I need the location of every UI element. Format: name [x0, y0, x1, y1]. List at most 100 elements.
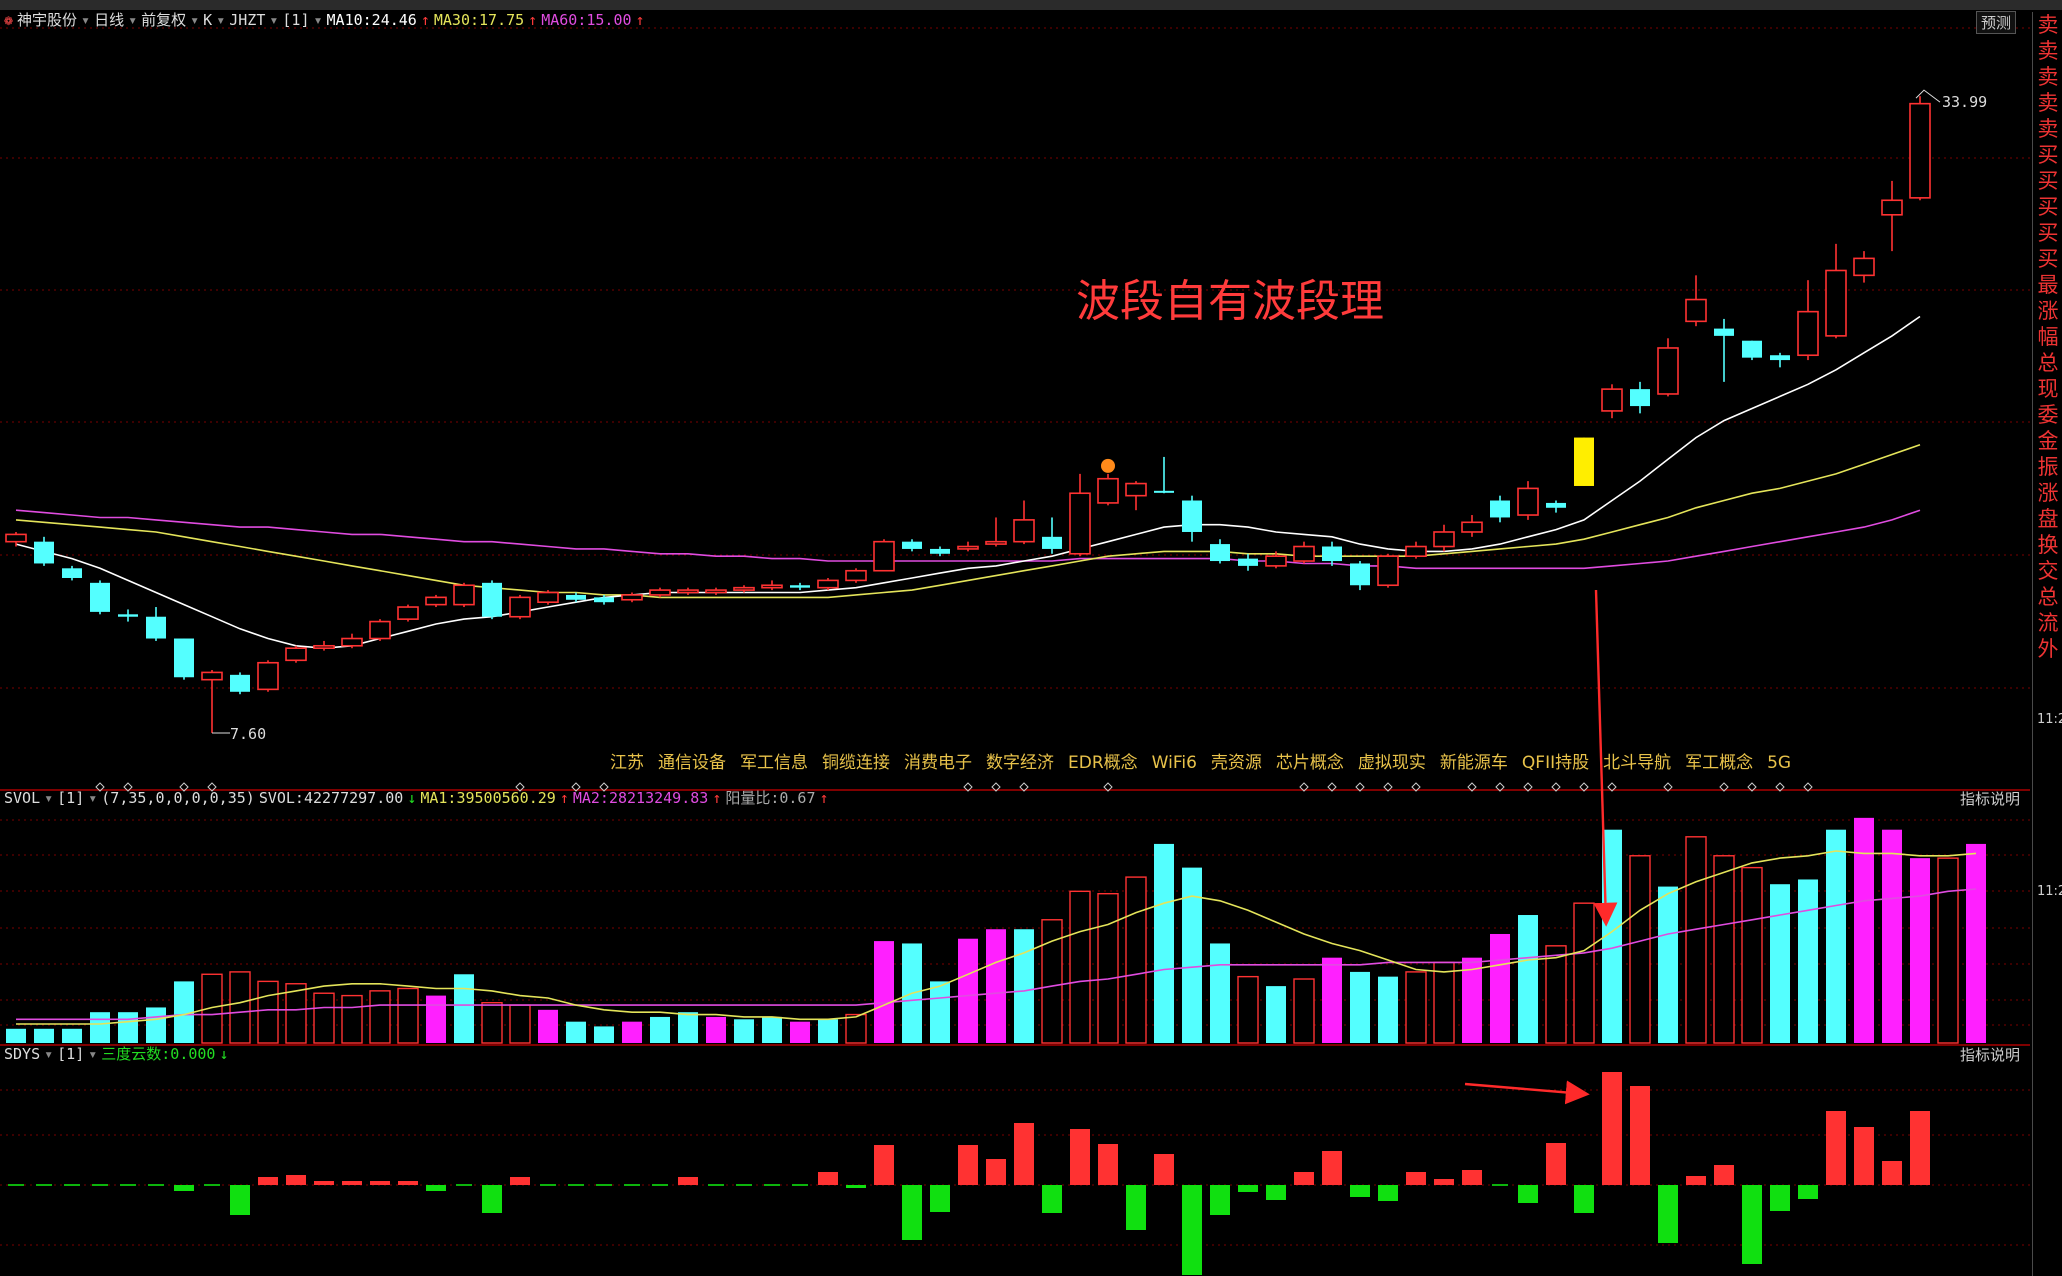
- right-panel-item[interactable]: 最: [2033, 272, 2062, 298]
- candle: [761, 580, 783, 591]
- candle: [201, 669, 223, 733]
- right-panel-item[interactable]: 换: [2033, 532, 2062, 558]
- candle: [1238, 553, 1258, 571]
- candle: [285, 645, 307, 663]
- right-panel-item[interactable]: 幅: [2033, 324, 2062, 350]
- right-panel-item[interactable]: 振: [2033, 454, 2062, 480]
- right-panel-item[interactable]: 委: [2033, 402, 2062, 428]
- right-panel-item[interactable]: 卖: [2033, 116, 2062, 142]
- ma60-value: MA60:15.00: [541, 11, 632, 29]
- concept-tag[interactable]: 铜缆连接: [822, 753, 890, 773]
- right-panel-item[interactable]: 买: [2033, 194, 2062, 220]
- candle-body: [1154, 490, 1174, 493]
- up-arrow-icon: ↑: [420, 11, 430, 29]
- volume-bar: [678, 1012, 698, 1043]
- right-panel-item[interactable]: 总: [2033, 584, 2062, 610]
- sdys-help-button[interactable]: 指标说明: [1960, 1044, 2020, 1065]
- right-panel-item[interactable]: 交: [2033, 558, 2062, 584]
- concept-tag[interactable]: QFII持股: [1522, 753, 1589, 773]
- concept-tag[interactable]: 通信设备: [658, 753, 726, 773]
- period-selector[interactable]: 日线: [94, 11, 124, 29]
- right-panel-item[interactable]: 买: [2033, 142, 2062, 168]
- candle: [1657, 338, 1679, 397]
- right-panel-item[interactable]: 卖: [2033, 90, 2062, 116]
- volume-bar: [1658, 886, 1678, 1043]
- candle: [313, 640, 335, 651]
- sdys-bar: [1658, 1185, 1678, 1243]
- candle: [957, 541, 979, 552]
- right-panel-item[interactable]: 盘: [2033, 506, 2062, 532]
- candle: [341, 633, 363, 649]
- concept-tag[interactable]: 虚拟现实: [1358, 753, 1426, 773]
- concept-tag[interactable]: 壳资源: [1211, 753, 1262, 773]
- volume-bar: [341, 994, 363, 1044]
- sdys-bars: [8, 1072, 1930, 1275]
- volume-bar: [454, 974, 474, 1043]
- candle-body: [397, 606, 419, 620]
- candle-body: [873, 540, 895, 572]
- candle: [1293, 541, 1315, 564]
- candle: [902, 539, 922, 552]
- right-panel-item[interactable]: 买: [2033, 246, 2062, 272]
- candle: [1097, 473, 1119, 506]
- right-panel-item[interactable]: 总: [2033, 350, 2062, 376]
- volume-bar: [1854, 817, 1874, 1043]
- right-panel-item[interactable]: 涨: [2033, 298, 2062, 324]
- candle: [5, 531, 27, 547]
- sdys-value: 三度云数:0.000: [101, 1045, 216, 1063]
- candle: [453, 582, 475, 608]
- candle-body: [62, 568, 82, 578]
- volume-bar: [762, 1016, 782, 1043]
- right-panel-item[interactable]: 金: [2033, 428, 2062, 454]
- right-panel-item[interactable]: 买: [2033, 220, 2062, 246]
- concept-tag[interactable]: WiFi6: [1152, 753, 1197, 773]
- svol-ma1: MA1:39500560.29: [420, 789, 556, 807]
- volume-bar: [1322, 957, 1342, 1043]
- volume-bar: [594, 1026, 614, 1043]
- volume-bar: [930, 981, 950, 1043]
- candle-body: [1042, 536, 1062, 549]
- candle: [1685, 275, 1707, 327]
- right-panel-item[interactable]: 外: [2033, 636, 2062, 662]
- concept-tag[interactable]: 5G: [1767, 753, 1791, 773]
- svol-name[interactable]: SVOL: [4, 789, 40, 807]
- sdys-bar: [398, 1181, 418, 1185]
- concept-tag[interactable]: 军工信息: [740, 753, 808, 773]
- indicator-selector[interactable]: JHZT: [229, 11, 265, 29]
- concept-tag[interactable]: 新能源车: [1440, 753, 1508, 773]
- candle: [1546, 500, 1566, 513]
- volume-bar: [1798, 879, 1818, 1043]
- candle: [1770, 352, 1790, 368]
- concept-tag[interactable]: 江苏: [610, 753, 644, 773]
- candle: [1909, 96, 1931, 201]
- stock-name[interactable]: 神宇股份: [17, 11, 77, 29]
- right-panel-item[interactable]: 卖: [2033, 38, 2062, 64]
- chart-kind-selector[interactable]: K: [203, 11, 212, 29]
- candle: [985, 517, 1007, 547]
- concept-tag[interactable]: 数字经济: [986, 753, 1054, 773]
- candlestick-series: [5, 96, 1931, 733]
- sdys-name[interactable]: SDYS: [4, 1045, 40, 1063]
- volume-bar: [1266, 986, 1286, 1043]
- forecast-button[interactable]: 预测: [1976, 11, 2017, 34]
- concept-tag[interactable]: 消费电子: [904, 753, 972, 773]
- adjust-selector[interactable]: 前复权: [141, 11, 186, 29]
- right-panel-item[interactable]: 涨: [2033, 480, 2062, 506]
- concept-tag[interactable]: 北斗导航: [1603, 753, 1671, 773]
- right-panel-item[interactable]: 现: [2033, 376, 2062, 402]
- right-panel-item[interactable]: 卖: [2033, 12, 2062, 38]
- volume-bar: [229, 971, 251, 1044]
- right-panel-item[interactable]: 卖: [2033, 64, 2062, 90]
- svol-help-button[interactable]: 指标说明: [1960, 788, 2020, 809]
- right-panel-item[interactable]: 买: [2033, 168, 2062, 194]
- candle: [733, 585, 755, 593]
- candle-body: [1182, 500, 1202, 532]
- concept-tag[interactable]: 芯片概念: [1276, 753, 1344, 773]
- candle: [1377, 553, 1399, 588]
- sdys-bar: [1770, 1185, 1790, 1211]
- sdys-bar: [1518, 1185, 1538, 1203]
- concept-tag[interactable]: 军工概念: [1685, 753, 1753, 773]
- right-panel-item[interactable]: 流: [2033, 610, 2062, 636]
- svol-ratio: 阳量比:0.67: [725, 789, 816, 807]
- concept-tag[interactable]: EDR概念: [1068, 753, 1138, 773]
